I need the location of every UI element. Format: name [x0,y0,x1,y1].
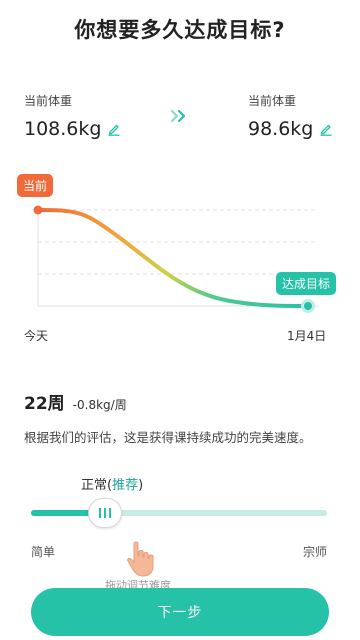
speed-label-close: ) [138,478,144,493]
weeks-value: 22周 [24,394,65,414]
x-axis-end-label: 1月4日 [287,329,327,343]
edit-icon[interactable] [107,122,121,136]
target-weight-label: 当前体重 [248,94,297,108]
next-button[interactable]: 下一步 [31,588,329,636]
weight-curve-chart [33,205,318,313]
start-tag: 当前 [17,174,54,197]
goal-point [301,299,315,313]
slider-min-label: 简单 [31,545,56,559]
goal-tag: 达成目标 [276,272,337,295]
weekly-rate: -0.8kg/周 [72,398,127,412]
target-weight-value: 98.6kg [248,118,314,140]
start-point [33,205,43,215]
edit-icon[interactable] [319,122,333,136]
current-weight-value: 108.6kg [24,118,102,140]
current-weight-block: 当前体重 108.6kg [24,92,121,140]
plan-description: 根据我们的评估，这是获得课持续成功的完美速度。 [24,430,312,445]
speed-label-text: 正常( [81,478,113,493]
current-weight-label: 当前体重 [24,94,73,108]
difficulty-slider-handle[interactable] [88,498,122,528]
double-chevron-right-icon [170,109,186,123]
slider-max-label: 宗师 [303,545,328,559]
plan-summary: 22周 -0.8kg/周 [24,389,127,414]
weight-curve-line [36,208,310,308]
speed-label: 正常(推荐) [81,474,143,493]
pointing-hand-icon [127,541,154,577]
page-title: 你想要多久达成目标? [74,18,286,42]
target-weight-block: 当前体重 98.6kg [248,92,333,140]
recommend-text: 推荐 [112,478,139,493]
x-axis-start-label: 今天 [24,329,49,343]
